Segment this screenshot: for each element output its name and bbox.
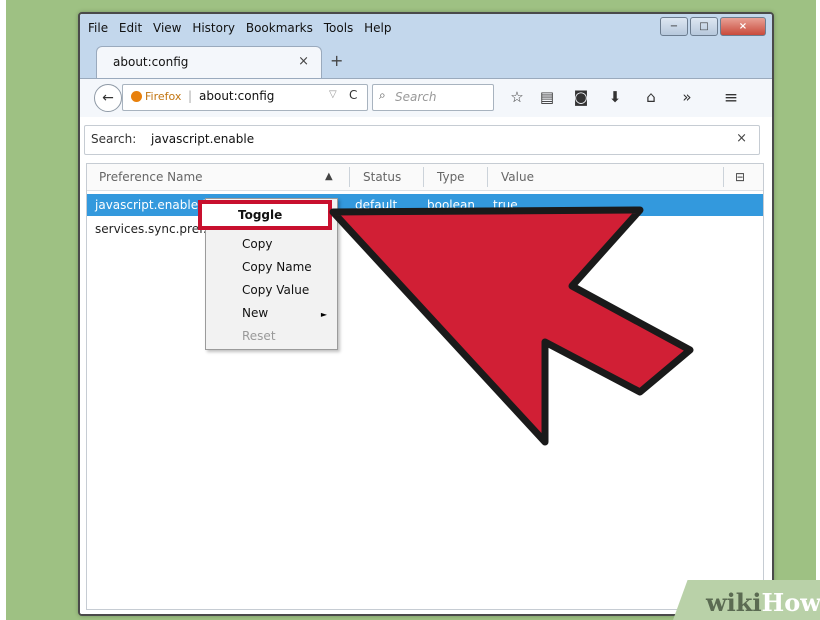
pointer-arrow-icon (329, 206, 694, 446)
red-arrow-shape (329, 206, 694, 446)
watermark-how: How (761, 588, 820, 617)
watermark-wiki: wiki (706, 588, 762, 617)
wikihow-watermark: wikiHow (706, 588, 820, 617)
